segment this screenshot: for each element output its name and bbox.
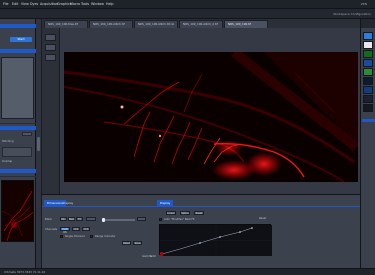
status-text: Ultimate 3073.3345 Yb 11.10: [4, 270, 46, 274]
display-reset-button[interactable]: Reset: [194, 211, 204, 215]
menu-edit[interactable]: Edit: [12, 2, 18, 6]
channel-swatch-6[interactable]: [363, 77, 373, 85]
channel-swatch-1[interactable]: [363, 32, 373, 40]
menu-tools[interactable]: Tools: [81, 2, 89, 6]
menu-dyes[interactable]: Dyes: [30, 2, 38, 6]
right-panel-header: [361, 19, 375, 28]
spin-field[interactable]: [86, 217, 96, 221]
app-name: ZEN: [360, 2, 367, 6]
pan-icon[interactable]: [45, 44, 56, 51]
channel-swatch-2[interactable]: [363, 41, 373, 49]
black-slider[interactable]: [102, 218, 135, 222]
settings-well: [1, 57, 34, 119]
channel-swatch-4[interactable]: [363, 59, 373, 67]
channel-dapi-button[interactable]: DAPI Ch: [60, 227, 70, 234]
channel-swatch-7[interactable]: [363, 86, 373, 94]
channel-2-button[interactable]: Ch2: [72, 227, 80, 231]
menu-bar: File Edit View Dyes Acquisition Graphics…: [0, 0, 375, 9]
curve-mode-label: Auto "Min/Max" Best Fit: [164, 218, 195, 221]
linear-button[interactable]: Linear: [166, 211, 176, 215]
black-slider-handle[interactable]: [102, 218, 105, 222]
tab-document-3[interactable]: NRS_100_100.stitch.tif.czi: [134, 20, 178, 28]
right-panel-bar: [362, 119, 375, 122]
channels-label: Channels: [45, 228, 57, 231]
black-label: Black: [45, 218, 53, 221]
start-button[interactable]: Start: [10, 37, 32, 42]
tab-document-4[interactable]: NRS_100_100.stitch_2.tif: [179, 20, 223, 28]
display-reset-label[interactable]: Reset: [259, 217, 266, 220]
zoom-icon[interactable]: [45, 34, 56, 41]
menu-view[interactable]: View: [21, 2, 29, 6]
stitching-label: Stitching: [2, 140, 14, 143]
tab-underline: [42, 206, 360, 207]
thumbnail-image: [2, 181, 33, 241]
save-button[interactable]: Save: [133, 241, 142, 245]
display-curve-graph[interactable]: [159, 224, 272, 256]
single-channel-label: Single Channel: [65, 235, 85, 238]
workspace-configuration-label[interactable]: Workspace Configuration: [333, 12, 371, 16]
channel-swatch-9[interactable]: [363, 104, 373, 112]
divider: [0, 123, 36, 124]
tone-curve: [160, 225, 272, 256]
menu-acquisition[interactable]: Acquisition: [40, 2, 58, 6]
section-header-bar: [0, 49, 36, 53]
panel-header-bar: [0, 24, 36, 28]
black-value-field[interactable]: [137, 217, 146, 221]
gamma-value[interactable]: 1.00: [150, 255, 156, 258]
tab-document-1[interactable]: NRS_100_100.tiles.tif: [44, 20, 88, 28]
mode-best-button[interactable]: Best: [68, 217, 75, 221]
view-tools: [42, 28, 60, 194]
range-indicator-checkbox[interactable]: [90, 235, 93, 238]
section-header-bar-3: [0, 169, 36, 173]
menu-help[interactable]: Help: [106, 2, 114, 6]
apply-button[interactable]: [22, 132, 32, 136]
menu-window[interactable]: Window: [91, 2, 104, 6]
single-channel-checkbox[interactable]: [60, 235, 63, 238]
channel-swatch-8[interactable]: [363, 95, 373, 103]
select-icon[interactable]: [45, 54, 56, 61]
stitching-options[interactable]: [2, 147, 32, 157]
toolbar: Workspace Configuration: [0, 9, 375, 19]
mode-min-button[interactable]: Min: [60, 217, 67, 221]
menu-macro[interactable]: Macro: [70, 2, 80, 6]
section-header-bar-2: [0, 126, 36, 130]
tab-document-5[interactable]: NRS_100_100.tif: [224, 20, 268, 28]
mode-fit-button[interactable]: Fit: [76, 217, 83, 221]
range-indicator-label: Range Indicator: [95, 235, 116, 238]
collapse-handle[interactable]: [37, 137, 40, 151]
channel-3-button[interactable]: Ch3: [82, 227, 90, 231]
divider-2: [0, 176, 36, 177]
fluorescence-image: [64, 52, 358, 182]
spline-button[interactable]: Spline: [180, 211, 190, 215]
status-bar: Ultimate 3073.3345 Yb 11.10: [0, 268, 375, 275]
left-tool-panel: Start Stitching Overlap: [0, 19, 36, 268]
document-tabs: NRS_100_100.tiles.tif NRS_100_100.stitch…: [42, 19, 360, 28]
channel-swatch-5[interactable]: [363, 68, 373, 76]
thumbnail-preview[interactable]: [1, 180, 34, 242]
auto-checkbox[interactable]: [159, 218, 162, 221]
menu-file[interactable]: File: [3, 2, 9, 6]
image-view-area: [42, 28, 360, 194]
channel-swatch-3[interactable]: [363, 50, 373, 58]
reset-button[interactable]: Reset: [122, 241, 131, 245]
overlap-label: Overlap: [2, 160, 13, 163]
tab-document-2[interactable]: NRS_100_100.stitch.tif: [89, 20, 133, 28]
right-panel: [360, 19, 375, 268]
microscopy-image[interactable]: [64, 52, 358, 182]
bottom-display-panel: Dimensions Display Display Black Min Bes…: [42, 194, 360, 268]
